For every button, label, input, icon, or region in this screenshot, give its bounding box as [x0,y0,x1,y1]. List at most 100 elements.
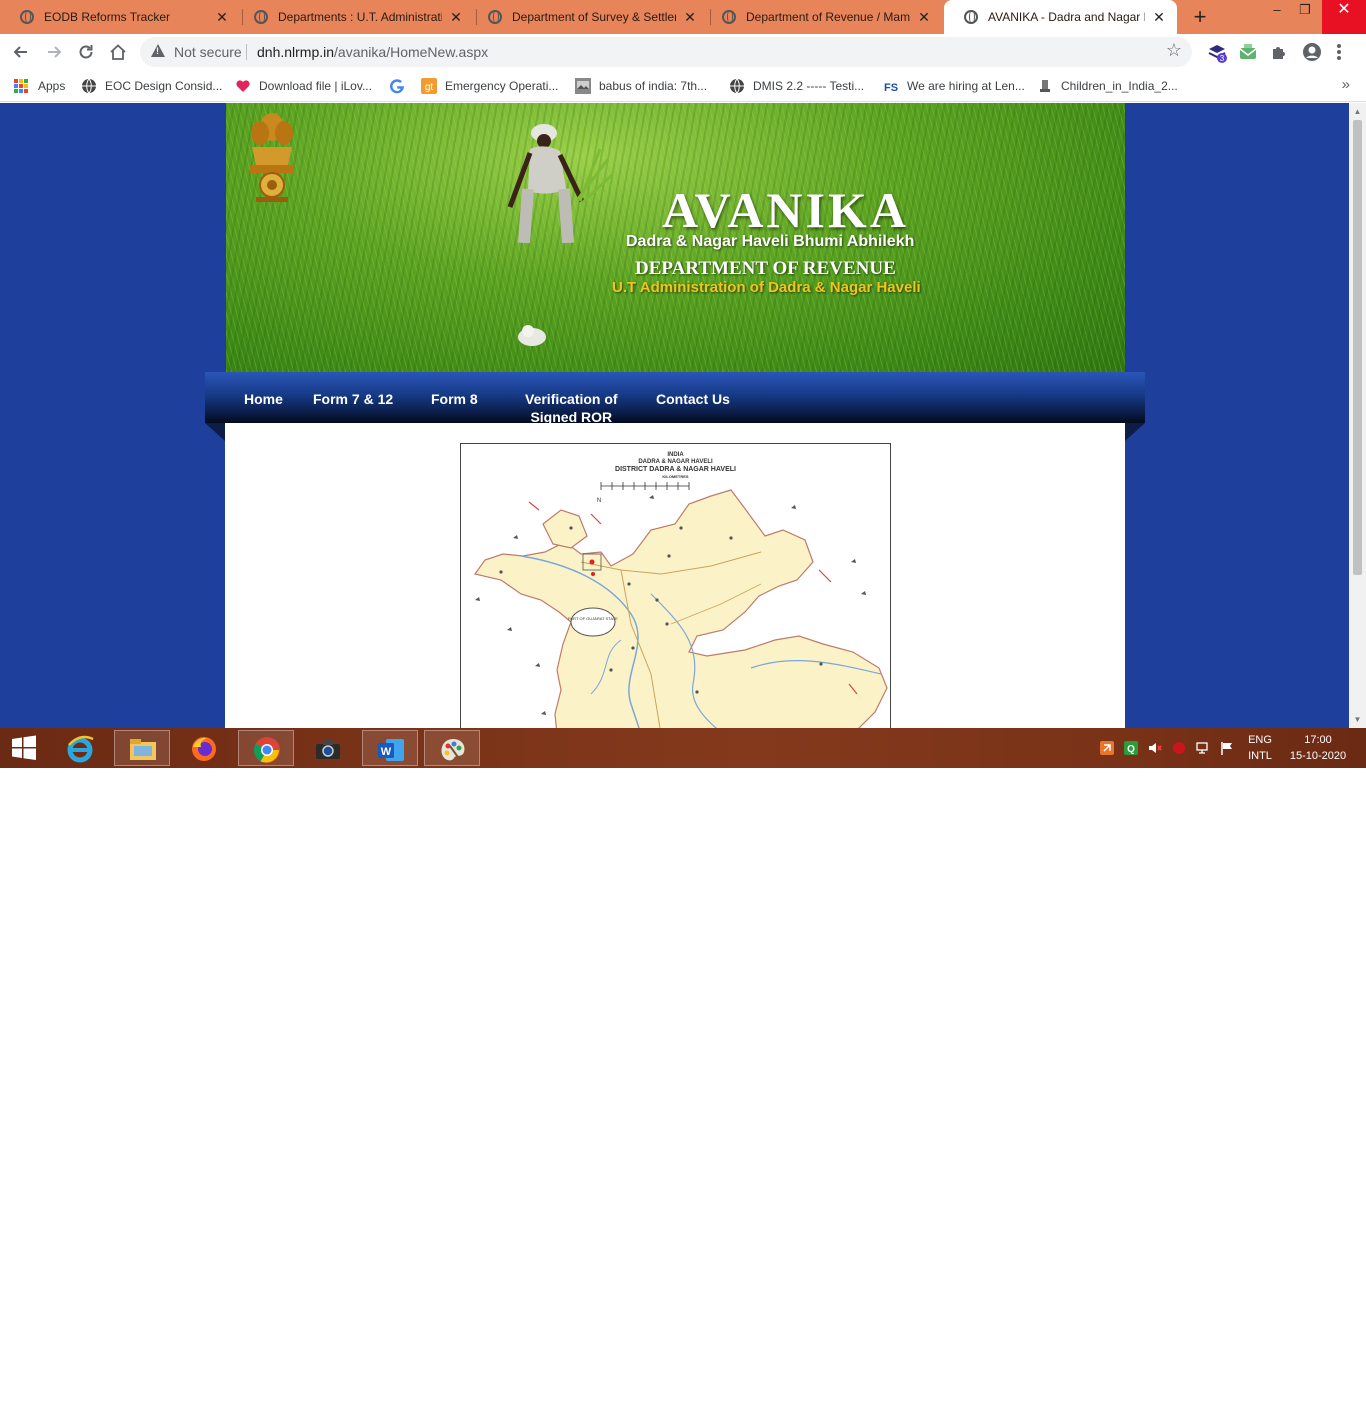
security-label[interactable]: Not secure [174,44,242,60]
paint-palette-icon [441,739,465,761]
bookmark-star-icon[interactable]: ☆ [1166,40,1182,61]
nav-home[interactable]: Home [244,390,283,408]
close-icon[interactable]: ✕ [1151,9,1167,26]
system-clock[interactable]: 17:00 15-10-2020 [1286,732,1350,764]
bookmark-download-file[interactable]: Download file | iLov... [235,76,372,96]
bookmark-dmis[interactable]: DMIS 2.2 ----- Testi... [729,76,864,96]
windows-logo-icon [12,735,36,760]
bookmark-we-are-hiring[interactable]: FS We are hiring at Len... [883,76,1025,96]
scroll-up-arrow-icon[interactable]: ▲ [1349,103,1366,120]
bookmark-label: We are hiring at Len... [907,79,1025,93]
scroll-down-arrow-icon[interactable]: ▼ [1349,711,1366,728]
action-center-flag-icon[interactable] [1220,741,1234,755]
tab-avanika[interactable]: AVANIKA - Dadra and Nagar Haveli ✕ [944,0,1177,34]
bookmark-apps[interactable]: Apps [14,76,65,96]
close-icon[interactable]: ✕ [448,9,464,26]
profile-avatar-icon[interactable] [1302,42,1322,62]
tab-title: Department of Revenue / Mamlatdar [746,10,910,24]
network-icon[interactable] [1196,741,1210,755]
svg-text:Q: Q [1127,744,1135,755]
puzzle-extensions-icon[interactable] [1270,42,1290,62]
image-icon [575,78,591,94]
header-banner: AVANIKA Dadra & Nagar Haveli Bhumi Abhil… [226,103,1125,372]
language-indicator[interactable]: ENG INTL [1244,732,1276,764]
nav-form-7-12[interactable]: Form 7 & 12 [313,390,393,408]
svg-text:FS: FS [884,82,898,94]
close-icon[interactable]: ✕ [214,9,230,26]
tab-department-of-survey[interactable]: Department of Survey & Settlement ✕ [468,0,708,34]
forward-arrow-icon [48,46,62,58]
main-content: INDIA DADRA & NAGAR HAVELI DISTRICT DADR… [225,423,1125,728]
svg-text:gt: gt [425,82,434,93]
minimize-button[interactable]: – [1262,0,1292,34]
bookmark-emergency-operations[interactable]: gt Emergency Operati... [421,76,558,96]
page-scrollbar[interactable]: ▲ ▼ [1349,103,1366,728]
menu-kebab-icon[interactable] [1336,42,1356,62]
home-button[interactable] [106,40,130,64]
bookmark-babus-of-india[interactable]: babus of india: 7th... [575,76,707,96]
close-window-button[interactable]: ✕ [1322,0,1366,34]
extension-badge: 3 [1220,54,1225,63]
new-tab-button[interactable]: + [1188,4,1212,30]
url-separator [246,44,247,60]
url-text[interactable]: dnh.nlrmp.in/avanika/HomeNew.aspx [257,44,488,60]
taskbar-firefox[interactable] [176,730,232,766]
scrollbar-thumb[interactable] [1353,120,1362,575]
close-icon[interactable]: ✕ [682,9,698,26]
back-button[interactable] [9,40,33,64]
site-subtitle-bhumi-abhilekh: Dadra & Nagar Haveli Bhumi Abhilekh [626,233,915,250]
nav-verification-of-signed-ror[interactable]: Verification of Signed ROR [525,390,618,426]
cloth-bundle [518,325,546,346]
site-subtitle-administration: U.T Administration of Dadra & Nagar Have… [612,279,921,296]
nav-label-line: Verification of [525,391,618,407]
volume-muted-icon[interactable] [1148,741,1162,755]
bookmark-label: Download file | iLov... [259,79,372,93]
taskbar-word[interactable]: W [362,730,418,766]
page-viewport: AVANIKA Dadra & Nagar Haveli Bhumi Abhil… [0,103,1366,728]
clock-time: 17:00 [1304,734,1332,746]
nav-contact-us[interactable]: Contact Us [656,390,730,408]
site-title: AVANIKA [662,182,910,238]
internet-explorer-icon [67,735,94,763]
folder-icon [130,739,156,760]
firefox-icon [192,737,216,761]
start-button[interactable] [0,730,50,766]
taskbar-paint[interactable] [424,730,480,766]
keyboard-layout: INTL [1248,750,1272,762]
bookmark-label: Apps [38,79,66,93]
tray-record-icon[interactable] [1172,741,1186,755]
svg-text:W: W [381,746,392,758]
address-bar[interactable]: Not secure dnh.nlrmp.in/avanika/HomeNew.… [140,37,1192,67]
bookmark-google[interactable] [389,76,413,96]
tray-quick-heal-icon[interactable]: Q [1124,741,1138,755]
bookmark-eoc-design[interactable]: EOC Design Consid... [81,76,222,96]
close-icon[interactable]: ✕ [916,9,932,26]
globe-icon [488,10,502,24]
extension-stack-icon[interactable]: 3 [1206,42,1227,63]
google-icon [390,79,405,94]
restore-button[interactable]: ❐ [1290,0,1320,34]
forward-button[interactable] [42,40,66,64]
home-icon [110,44,126,60]
warning-icon [151,44,165,57]
tab-department-of-revenue[interactable]: Department of Revenue / Mamlatdar ✕ [702,0,942,34]
reload-button[interactable] [74,40,98,64]
taskbar-chrome[interactable] [238,730,294,766]
globe-icon [730,78,744,94]
tab-departments-ut-administration[interactable]: Departments : U.T. Administration ✕ [234,0,474,34]
bookmark-label: DMIS 2.2 ----- Testi... [753,79,865,93]
map-inset-label: PART OF GUJARAT STATE [568,616,618,621]
browser-toolbar: Not secure dnh.nlrmp.in/avanika/HomeNew.… [0,34,1366,70]
bookmark-children-in-india[interactable]: Children_in_India_2... [1037,76,1178,96]
tab-eodb-reforms-tracker[interactable]: EODB Reforms Tracker ✕ [0,0,240,34]
nav-form-8[interactable]: Form 8 [431,390,478,408]
emblem-icon [1040,80,1050,92]
windows-taskbar: W Q ENG INTL 17:00 15-10-2020 [0,728,1366,768]
browser-tab-strip: EODB Reforms Tracker ✕ Departments : U.T… [0,0,1366,34]
taskbar-internet-explorer[interactable] [52,730,108,766]
more-bookmarks-button[interactable]: » [1342,76,1350,93]
taskbar-file-explorer[interactable] [114,730,170,766]
mail-extension-icon[interactable] [1238,42,1258,62]
tray-app-icon[interactable] [1100,741,1114,755]
taskbar-camera-app[interactable] [300,730,356,766]
